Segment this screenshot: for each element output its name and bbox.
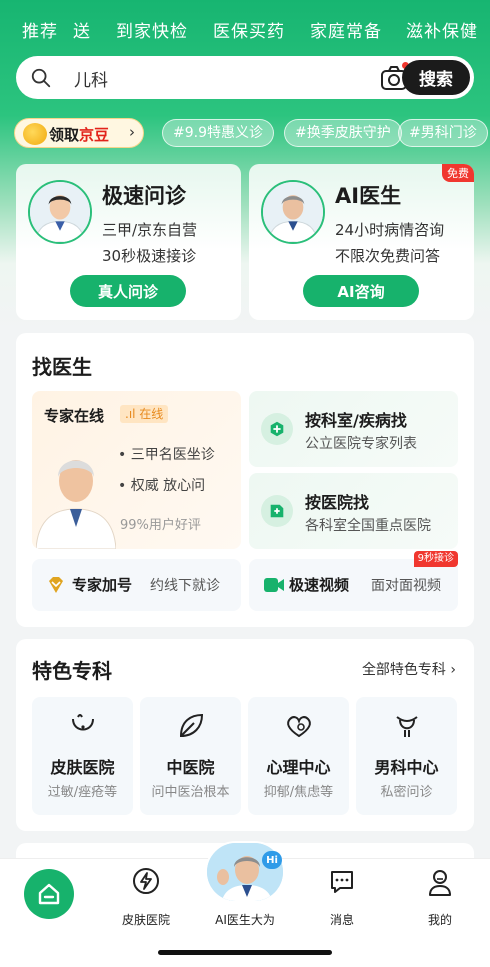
tab-home[interactable] (24, 869, 74, 919)
expert-bullet1: 三甲名医坐诊 (130, 447, 215, 463)
search-icon (31, 68, 51, 88)
heart-icon (287, 716, 311, 738)
expert-bullet2: 权威 放心问 (130, 478, 206, 494)
tab-profile-label: 我的 (427, 913, 452, 927)
expert-doctor-photo (36, 460, 116, 549)
expert-appointment-card[interactable]: 专家加号 约线下就诊 (32, 559, 241, 611)
tag-chips: 领取京豆 › #9.9特惠义诊 #换季皮肤守护 #男科门诊 (14, 118, 490, 148)
message-icon (331, 871, 353, 893)
quick-video-title: 极速视频 (289, 576, 350, 594)
find-by-department-card[interactable]: 按科室/疾病找 公立医院专家列表 (249, 391, 458, 467)
lightning-icon (133, 868, 159, 894)
chip-tag-3[interactable]: #男科门诊 (398, 119, 488, 147)
find-doctor-section: 找医生 专家在线 .ıl 在线 • 三甲名医坐诊 • 权威 放心问 99%用户好… (16, 333, 474, 627)
nav-tab-family-essentials[interactable]: 家庭常备 (310, 17, 382, 42)
chip-tag-2[interactable]: #换季皮肤守护 (284, 119, 402, 147)
ai-doctor-line1: 24小时病情咨询 (335, 221, 445, 239)
expert-rating: 99%用户好评 (120, 518, 201, 533)
video-camera-icon (264, 578, 284, 592)
diamond-icon (49, 577, 63, 593)
skin-icon (72, 714, 94, 731)
ai-consult-button[interactable]: AI咨询 (303, 275, 419, 307)
special-departments-section: 特色专科 全部特色专科 › 皮肤医院 过敏/痤疮等 中医院 问中医治根本 心理中… (16, 639, 474, 831)
online-status-text: 在线 (139, 407, 164, 421)
expert-appointment-title: 专家加号 (72, 576, 133, 594)
expert-appointment-subtitle: 约线下就诊 (150, 578, 220, 594)
leaf-icon (179, 713, 204, 738)
nav-tab-recommend[interactable]: 推荐 (22, 17, 58, 42)
doctor-avatar (28, 180, 92, 244)
dept-tcm-subtitle: 问中医治根本 (151, 785, 230, 800)
ai-doctor-title: AI医生 (335, 184, 402, 208)
online-status-badge: .ıl 在线 (120, 405, 169, 423)
expert-online-title: 专家在线 (44, 407, 105, 425)
search-bar[interactable]: 儿科 搜索 (16, 56, 474, 99)
find-by-hospital-title: 按医院找 (305, 493, 370, 512)
real-doctor-consult-button[interactable]: 真人问诊 (70, 275, 186, 307)
nav-tab-home-test[interactable]: 到家快检 (116, 17, 188, 42)
search-input[interactable]: 儿科 (74, 66, 108, 91)
dept-psychology-title: 心理中心 (266, 758, 331, 777)
chip-bean-prefix: 领取 (49, 126, 80, 144)
chip-bean-highlight: 京豆 (79, 126, 110, 144)
plus-circle-icon (261, 413, 293, 445)
all-special-link-text: 全部特色专科 (361, 662, 446, 678)
find-doctor-title: 找医生 (32, 355, 92, 379)
search-button[interactable]: 搜索 (402, 60, 470, 95)
dept-tcm-title: 中医院 (166, 758, 215, 777)
chevron-right-icon: › (129, 123, 135, 141)
find-by-hospital-card[interactable]: 按医院找 各科室全国重点医院 (249, 473, 458, 549)
nav-tab-insurance-drugs[interactable]: 医保买药 (213, 17, 285, 42)
find-by-department-title: 按科室/疾病找 (305, 411, 407, 430)
dept-psychology-subtitle: 抑郁/焦虑等 (263, 785, 334, 800)
quick-video-card[interactable]: 9秒接诊 极速视频 面对面视频 (249, 551, 458, 611)
home-icon (38, 883, 60, 905)
nav-tab-health-supplements[interactable]: 滋补保健 (406, 17, 478, 42)
quick-consult-line1: 三甲/京东自营 (102, 221, 198, 239)
dept-andrology-title: 男科中心 (374, 758, 439, 777)
nav-tab-delivery[interactable]: 送 (73, 17, 91, 42)
top-category-nav: 推荐 送 到家快检 医保买药 家庭常备 滋补保健 (0, 12, 490, 46)
ai-doctor-portrait-icon (263, 182, 323, 242)
ai-doctor-card[interactable]: 免费 AI医生 24小时病情咨询 不限次免费问答 AI咨询 (249, 164, 474, 320)
coin-icon (23, 123, 47, 145)
dept-andrology[interactable]: 男科中心 私密问诊 (356, 697, 457, 815)
ai-doctor-avatar (261, 180, 325, 244)
home-indicator (158, 950, 332, 955)
chip-tag-1[interactable]: #9.9特惠义诊 (162, 119, 274, 147)
tab-messages-label: 消息 (329, 913, 354, 927)
find-by-hospital-subtitle: 各科室全国重点医院 (305, 518, 431, 534)
hi-badge: Hi (262, 851, 282, 869)
hospital-icon (261, 495, 293, 527)
free-badge: 免费 (442, 164, 474, 182)
quick-video-subtitle: 面对面视频 (371, 578, 441, 594)
find-by-department-subtitle: 公立医院专家列表 (305, 436, 417, 452)
special-departments-title: 特色专科 (32, 659, 112, 683)
dept-skin-subtitle: 过敏/痤疮等 (47, 785, 118, 800)
male-icon (396, 716, 418, 737)
tab-skin-hospital-label: 皮肤医院 (121, 913, 170, 927)
claim-jingdou-chip[interactable]: 领取京豆 › (14, 118, 144, 148)
ai-doctor-line2: 不限次免费问答 (335, 247, 441, 265)
quick-consult-title: 极速问诊 (102, 184, 186, 208)
expert-online-card[interactable]: 专家在线 .ıl 在线 • 三甲名医坐诊 • 权威 放心问 99%用户好评 (32, 391, 241, 549)
all-special-departments-link[interactable]: 全部特色专科 › (362, 659, 456, 679)
dept-andrology-subtitle: 私密问诊 (380, 785, 433, 800)
dept-skin[interactable]: 皮肤医院 过敏/痤疮等 (32, 697, 133, 815)
dept-psychology[interactable]: 心理中心 抑郁/焦虑等 (248, 697, 349, 815)
dept-tcm[interactable]: 中医院 问中医治根本 (140, 697, 241, 815)
tab-ai-doctor-label: AI医生大为 (215, 913, 275, 927)
quick-consult-line2: 30秒极速接诊 (102, 247, 197, 265)
quick-video-badge: 9秒接诊 (413, 551, 458, 567)
quick-consult-card[interactable]: 极速问诊 三甲/京东自营 30秒极速接诊 真人问诊 (16, 164, 241, 320)
profile-icon (429, 870, 451, 896)
doctor-portrait-icon (30, 182, 90, 242)
dept-skin-title: 皮肤医院 (50, 758, 115, 777)
